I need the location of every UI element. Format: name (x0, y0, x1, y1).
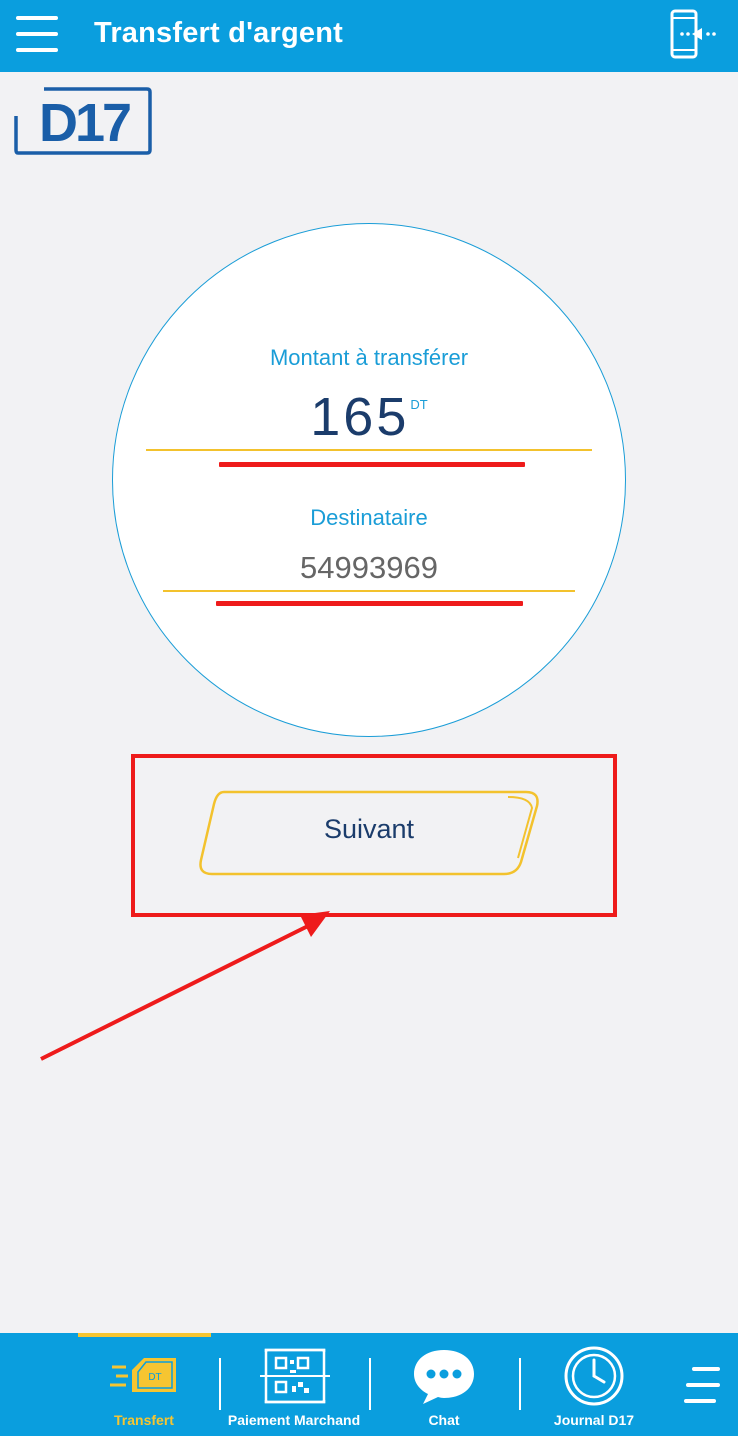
qr-code-icon (260, 1348, 330, 1404)
chat-bubble-icon (414, 1350, 474, 1404)
tab-chat-label: Chat (428, 1412, 460, 1428)
tab-separator (519, 1358, 521, 1410)
amount-label: Montant à transférer (269, 345, 469, 370)
tab-transfert[interactable]: DT Transfert (80, 1338, 208, 1434)
transfer-form-circle (112, 223, 626, 737)
svg-text:D17: D17 (39, 93, 130, 153)
amount-annotation-underline (219, 462, 525, 467)
more-menu-icon[interactable] (684, 1366, 722, 1404)
recipient-label: Destinataire (310, 505, 428, 530)
page-title: Transfert d'argent (94, 17, 343, 49)
tab-journal-d17[interactable]: Journal D17 (524, 1338, 664, 1434)
svg-text:DT: DT (148, 1372, 161, 1383)
tab-transfert-label: Transfert (114, 1412, 174, 1428)
transfer-icon: DT (110, 1358, 176, 1392)
menu-button[interactable] (16, 15, 60, 53)
amount-input[interactable]: 165DT (0, 386, 738, 448)
active-tab-indicator (78, 1333, 211, 1337)
recipient-input[interactable]: 54993969 (0, 550, 738, 586)
tab-chat[interactable]: Chat (374, 1338, 514, 1434)
currency-label: DT (410, 397, 428, 412)
amount-value: 165 (310, 387, 410, 447)
tab-separator (219, 1358, 221, 1410)
tab-paiement-marchand[interactable]: Paiement Marchand (224, 1338, 364, 1434)
tab-paiement-marchand-label: Paiement Marchand (227, 1412, 361, 1428)
phone-transfer-icon[interactable] (668, 9, 720, 61)
recipient-annotation-underline (216, 601, 523, 606)
tab-separator (369, 1358, 371, 1410)
recipient-underline (163, 590, 575, 592)
clock-icon (564, 1346, 624, 1406)
amount-underline (146, 449, 592, 451)
d17-logo: D17 (14, 86, 152, 156)
next-button-label: Suivant (323, 814, 415, 844)
tab-journal-d17-label: Journal D17 (553, 1412, 635, 1428)
annotation-arrow (40, 911, 330, 1061)
